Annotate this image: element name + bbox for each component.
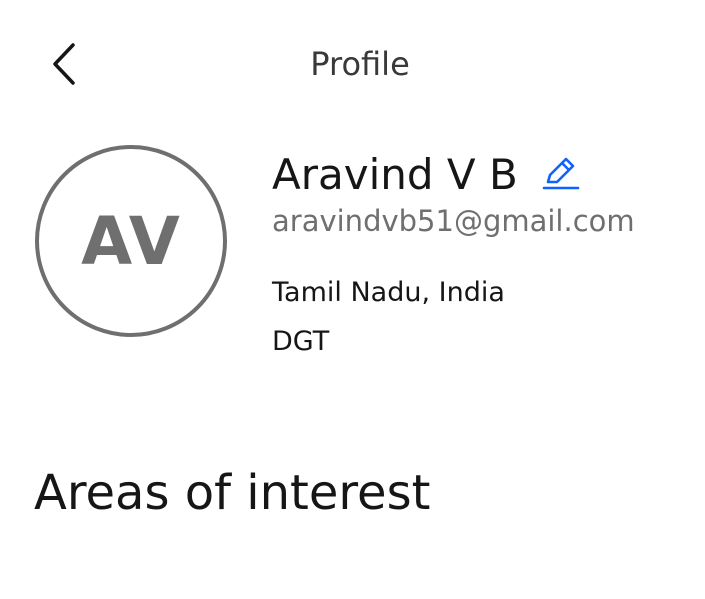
user-name: Aravind V B	[272, 150, 518, 199]
user-location: Tamil Nadu, India	[272, 277, 505, 308]
user-email: aravindvb51@gmail.com	[272, 204, 635, 238]
areas-of-interest-heading: Areas of interest	[34, 465, 431, 521]
name-row: Aravind V B	[272, 148, 580, 202]
avatar: AV	[35, 145, 227, 337]
user-organization: DGT	[272, 326, 330, 357]
page-title: Profile	[310, 45, 410, 83]
avatar-initials: AV	[81, 202, 181, 280]
pencil-icon	[542, 154, 580, 196]
edit-profile-button[interactable]	[542, 156, 580, 194]
